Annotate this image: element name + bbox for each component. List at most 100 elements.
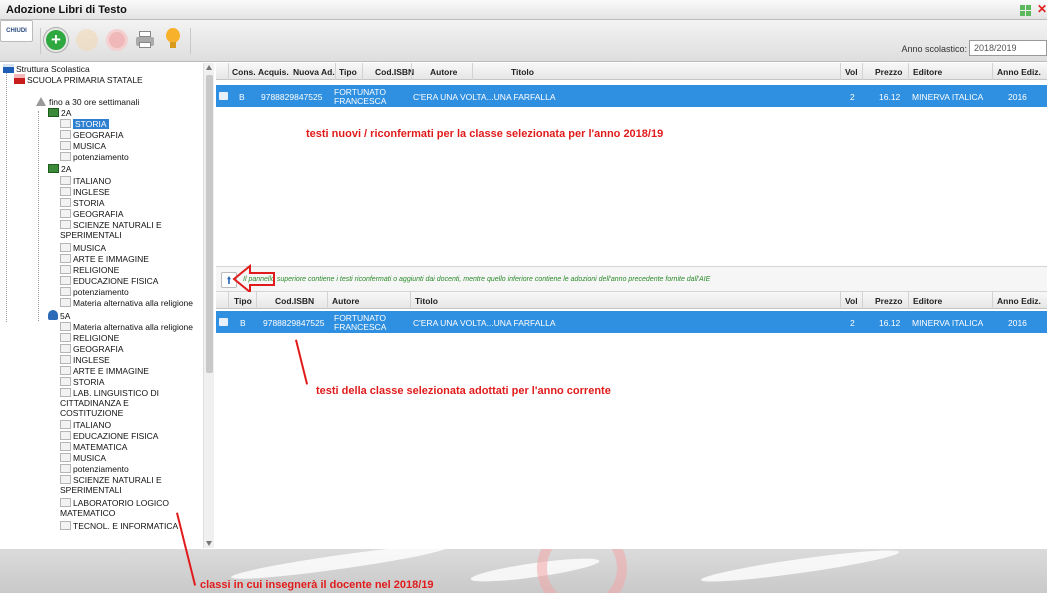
tree-node-orario[interactable]: fino a 30 ore settimanali [36, 97, 139, 107]
col-header-anno-ediz[interactable]: Anno Ediz. [997, 296, 1041, 306]
tree-item-subject[interactable]: GEOGRAFIA [60, 130, 124, 140]
subject-icon [60, 442, 71, 451]
subject-icon [60, 254, 71, 263]
tree-item-subject[interactable]: GEOGRAFIA [60, 344, 124, 354]
cell-titolo: C'ERA UNA VOLTA...UNA FARFALLA [413, 92, 556, 102]
col-header-editore[interactable]: Editore [913, 296, 942, 306]
tree-item-subject[interactable]: STORIA [60, 198, 105, 208]
delete-icon[interactable] [106, 29, 128, 51]
cell-vol: 2 [850, 92, 855, 102]
tree-item-subject[interactable]: EDUCAZIONE FISICA [60, 276, 158, 286]
subject-icon [60, 298, 71, 307]
col-header-vol[interactable]: Vol [845, 67, 858, 77]
tree-item-subject[interactable]: GEOGRAFIA [60, 209, 124, 219]
tree-item-subject[interactable]: TECNOL. E INFORMATICA [60, 521, 178, 531]
grid-icon[interactable] [1020, 5, 1031, 16]
tree-item-subject[interactable]: EDUCAZIONE FISICA [60, 431, 158, 441]
subject-icon [60, 176, 71, 185]
col-header-tipo[interactable]: Tipo [339, 67, 357, 77]
subject-icon [60, 141, 71, 150]
col-header-vol[interactable]: Vol [845, 296, 858, 306]
col-header-autore[interactable]: Autore [332, 296, 359, 306]
tree-item-subject[interactable]: MUSICA [60, 453, 106, 463]
tree-item-storia-selected[interactable]: STORIA [60, 119, 109, 129]
subject-icon [60, 355, 71, 364]
col-header-anno-ediz[interactable]: Anno Ediz. [997, 67, 1041, 77]
chiudi-button[interactable]: CHIUDI [0, 20, 33, 42]
info-bar: Il pannello superiore contiene i testi r… [216, 266, 1047, 292]
tree-item-subject[interactable]: STORIA [60, 377, 105, 387]
tree-scrollbar[interactable] [203, 63, 214, 548]
lightbulb-icon[interactable] [164, 28, 182, 54]
subject-icon [60, 220, 71, 229]
tree-item-subject[interactable]: MUSICA [60, 141, 106, 151]
subject-icon [60, 521, 71, 530]
cell-titolo: C'ERA UNA VOLTA...UNA FARFALLA [413, 318, 556, 328]
col-header-isbn[interactable]: Cod.ISBN [275, 296, 314, 306]
struttura-tree-panel: Struttura Scolastica SCUOLA PRIMARIA STA… [0, 63, 214, 548]
tree-node-class-2a-second[interactable]: 2A [48, 164, 71, 174]
orario-icon [36, 97, 46, 106]
top-grid-row[interactable]: B 9788829847525 FORTUNATO FRANCESCA C'ER… [216, 85, 1047, 107]
col-header-tipo[interactable]: Tipo [234, 296, 252, 306]
col-header-editore[interactable]: Editore [913, 67, 942, 77]
tree-item-subject[interactable]: ARTE E IMMAGINE [60, 366, 149, 376]
tree-item-subject[interactable]: ITALIANO [60, 420, 111, 430]
col-header-prezzo[interactable]: Prezzo [875, 67, 902, 77]
tree-item-subject[interactable]: MUSICA [60, 243, 106, 253]
column-separator [228, 292, 229, 309]
subject-icon [60, 475, 71, 484]
scroll-down-icon[interactable] [206, 541, 212, 546]
close-icon[interactable]: ✕ [1037, 2, 1047, 16]
tree-item-subject[interactable]: SCIENZE NATURALI E SPERIMENTALI [60, 475, 200, 495]
bottom-grid-row[interactable]: B 9788829847525 FORTUNATO FRANCESCA C'ER… [216, 311, 1047, 333]
add-icon[interactable]: + [44, 28, 68, 52]
scroll-up-icon[interactable] [206, 65, 212, 70]
tree-node-school[interactable]: SCUOLA PRIMARIA STATALE [14, 74, 143, 85]
col-header-prezzo[interactable]: Prezzo [875, 296, 902, 306]
print-icon[interactable] [136, 31, 154, 49]
tree-node-class-2a[interactable]: 2A [48, 108, 71, 118]
tree-item-subject[interactable]: RELIGIONE [60, 333, 119, 343]
subject-icon [60, 276, 71, 285]
subject-icon [60, 243, 71, 252]
cell-isbn: 9788829847525 [261, 92, 323, 102]
tree-item-subject[interactable]: LABORATORIO LOGICO MATEMATICO [60, 498, 180, 518]
col-header-cons[interactable]: Cons. [232, 67, 256, 77]
class-icon [48, 164, 59, 173]
tree-item-subject[interactable]: ARTE E IMMAGINE [60, 254, 149, 264]
school-building-icon [14, 74, 25, 84]
toolbar: CHIUDI + Anno scolastico: [0, 20, 1047, 62]
col-header-nuova-ad[interactable]: Nuova Ad. [293, 67, 335, 77]
tree-item-subject[interactable]: Materia alternativa alla religione [60, 322, 193, 332]
toolbar-separator [190, 28, 191, 54]
tree-item-subject[interactable]: LAB. LINGUISTICO DI CITTADINANZA E COSTI… [60, 388, 190, 418]
tree-item-subject[interactable]: potenziamento [60, 152, 129, 162]
tree-item-subject[interactable]: SCIENZE NATURALI E SPERIMENTALI [60, 220, 200, 240]
cell-autore-2: FRANCESCA [334, 96, 387, 106]
tree-item-subject[interactable]: potenziamento [60, 287, 129, 297]
tree-item-subject[interactable]: ITALIANO [60, 176, 111, 186]
col-header-isbn[interactable]: Cod.ISBN [375, 67, 414, 77]
tree-item-subject[interactable]: RELIGIONE [60, 265, 119, 275]
anno-scolastico-field[interactable] [969, 40, 1047, 56]
scrollbar-thumb[interactable] [206, 75, 213, 373]
subject-icon [60, 322, 71, 331]
tree-item-subject[interactable]: MATEMATICA [60, 442, 127, 452]
col-header-titolo[interactable]: Titolo [415, 296, 438, 306]
col-header-titolo[interactable]: Titolo [511, 67, 534, 77]
tree-node-class-5a[interactable]: 5A [48, 310, 70, 321]
tree-node-root[interactable]: Struttura Scolastica [3, 64, 90, 74]
cell-tipo: B [240, 318, 246, 328]
tree-item-subject[interactable]: INGLESE [60, 187, 110, 197]
subject-icon [60, 287, 71, 296]
col-header-acquis[interactable]: Acquis. [258, 67, 289, 77]
subject-icon [60, 198, 71, 207]
tree-item-subject[interactable]: INGLESE [60, 355, 110, 365]
cell-tipo: B [239, 92, 245, 102]
subject-icon [60, 464, 71, 473]
tree-item-subject[interactable]: potenziamento [60, 464, 129, 474]
tree-item-subject[interactable]: Materia alternativa alla religione [60, 298, 193, 308]
edit-icon[interactable] [76, 29, 98, 51]
col-header-autore[interactable]: Autore [430, 67, 457, 77]
